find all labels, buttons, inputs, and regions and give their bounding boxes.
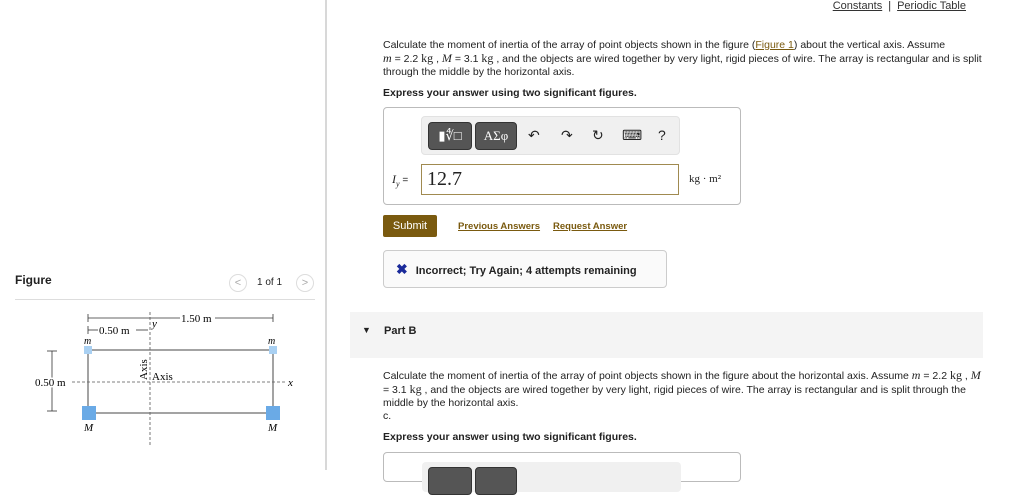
- greek-symbols-button[interactable]: ΑΣφ: [475, 122, 517, 150]
- next-figure-button[interactable]: >: [296, 274, 314, 292]
- mass-M-left: [82, 406, 96, 420]
- figure-link[interactable]: Figure 1: [755, 39, 794, 51]
- math-toolbar: ▮∜□ ΑΣφ ↶ ↷ ↻ ⌨ ?: [421, 116, 680, 155]
- undo-icon[interactable]: ↶: [528, 127, 540, 144]
- M-symbol: M: [970, 368, 981, 382]
- part-b-header[interactable]: ▼ Part B: [350, 312, 983, 358]
- mass-M-label: M: [83, 422, 94, 434]
- feedback-text: Incorrect; Try Again; 4 attempts remaini…: [415, 265, 637, 277]
- question-text: Calculate the moment of inertia of the a…: [383, 370, 912, 382]
- keyboard-icon[interactable]: ⌨: [622, 127, 642, 144]
- templates-button[interactable]: ▮∜□: [428, 122, 472, 150]
- unit: kg: [481, 51, 494, 65]
- constants-link[interactable]: Constants: [833, 0, 883, 12]
- panel-divider: [325, 0, 327, 470]
- question-text: Calculate the moment of inertia of the a…: [383, 39, 756, 51]
- previous-answers-link[interactable]: Previous Answers: [458, 221, 540, 232]
- incorrect-icon: ✖: [396, 261, 408, 277]
- unit: kg: [949, 368, 962, 382]
- M-value: = 3.1: [383, 384, 410, 396]
- mass-m-left: [84, 346, 92, 354]
- instruction: Express your answer using two significan…: [383, 87, 637, 99]
- mass-M-right: [266, 406, 280, 420]
- x-axis-label: x: [287, 377, 293, 389]
- figure-diagram: 1.50 m 0.50 m y x 0.50 m 0.50 m Axis Axi…: [34, 312, 293, 445]
- y-axis-label: y: [151, 318, 157, 330]
- mass-m-right: [269, 346, 277, 354]
- collapse-triangle-icon[interactable]: ▼: [362, 325, 371, 335]
- m-value: = 2.2: [920, 370, 950, 382]
- part-b-toolbar: [422, 462, 681, 495]
- submit-button[interactable]: Submit: [383, 215, 437, 237]
- top-links: Constants | Periodic Table: [833, 0, 966, 12]
- mass-m-label: m: [268, 336, 275, 347]
- figure-pager: 1 of 1: [257, 277, 283, 288]
- unit: kg: [409, 382, 422, 396]
- axis-label: Axis: [152, 371, 173, 383]
- dimension-lines: [47, 314, 274, 412]
- request-answer-link[interactable]: Request Answer: [553, 221, 627, 232]
- help-icon[interactable]: ?: [658, 127, 666, 143]
- answer-input[interactable]: 12.7: [421, 164, 679, 195]
- dim-offset-label: 0.50 m: [99, 325, 130, 337]
- question-text: ) about the vertical axis. Assume: [793, 39, 946, 51]
- part-a-question: Calculate the moment of inertia of the a…: [383, 39, 982, 78]
- extra-text: c.: [383, 410, 392, 422]
- mass-m-label: m: [84, 336, 91, 347]
- m-value: = 2.2: [391, 53, 422, 65]
- M-value: = 3.1: [451, 53, 482, 65]
- variable-label: Iy =: [392, 172, 408, 188]
- prev-figure-button[interactable]: <: [229, 274, 247, 292]
- m-symbol: m: [383, 51, 392, 65]
- equals: =: [399, 175, 409, 186]
- separator: |: [888, 0, 892, 12]
- unit: kg: [421, 51, 434, 65]
- part-b-title: Part B: [384, 325, 417, 337]
- greek-symbols-button[interactable]: [475, 467, 517, 495]
- reset-icon[interactable]: ↻: [592, 127, 604, 144]
- M-symbol: M: [441, 51, 452, 65]
- part-b-question: Calculate the moment of inertia of the a…: [383, 368, 981, 423]
- wire-frame: [87, 349, 274, 414]
- axis-label-rotated: Axis: [138, 359, 150, 380]
- redo-icon[interactable]: ↷: [561, 127, 573, 144]
- answer-units: kg · m²: [689, 173, 722, 185]
- feedback-box: ✖ Incorrect; Try Again; 4 attempts remain…: [383, 250, 667, 288]
- figure-title: Figure: [15, 273, 52, 287]
- part-b-answer-box: [383, 452, 741, 495]
- dim-width-label: 1.50 m: [181, 313, 212, 325]
- periodic-table-link[interactable]: Periodic Table: [897, 0, 966, 12]
- question-text: , and the objects are wired together by …: [383, 384, 966, 409]
- templates-button[interactable]: [428, 467, 472, 495]
- dim-height-label: 0.50 m: [35, 377, 66, 389]
- part-b-instruction: Express your answer using two significan…: [383, 431, 637, 443]
- mass-M-label: M: [267, 422, 278, 434]
